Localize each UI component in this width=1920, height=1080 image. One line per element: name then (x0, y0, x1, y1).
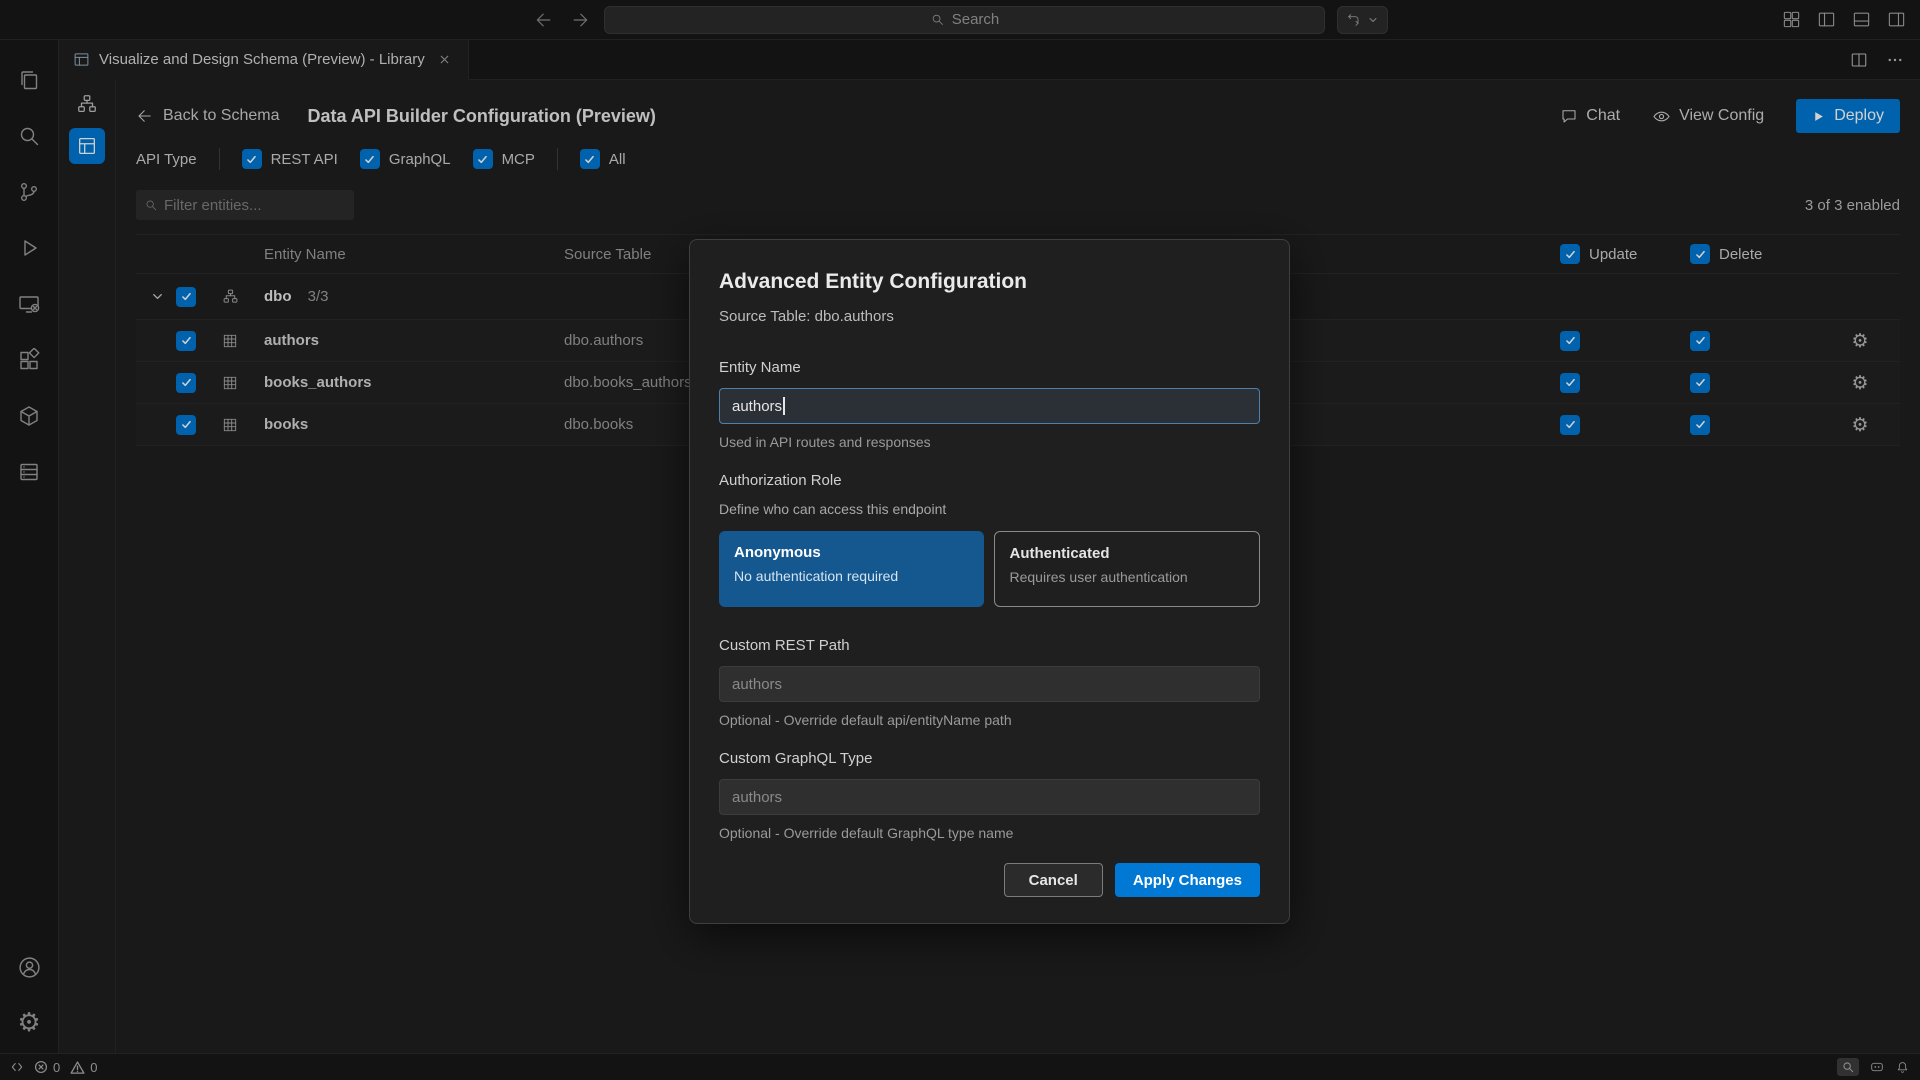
auth-option-title: Anonymous (734, 544, 969, 561)
entity-name-value: authors (732, 398, 782, 415)
custom-graphql-type-helper: Optional - Override default GraphQL type… (719, 825, 1260, 841)
auth-option-subtitle: Requires user authentication (1010, 569, 1245, 585)
custom-graphql-type-label: Custom GraphQL Type (719, 750, 1260, 767)
auth-option-authenticated[interactable]: Authenticated Requires user authenticati… (994, 531, 1261, 607)
custom-graphql-type-input[interactable] (719, 779, 1260, 815)
modal-title: Advanced Entity Configuration (719, 270, 1260, 294)
text-caret (783, 397, 785, 415)
modal-source-table: Source Table: dbo.authors (719, 308, 1260, 325)
authorization-role-helper: Define who can access this endpoint (719, 501, 1260, 517)
entity-name-label: Entity Name (719, 359, 1260, 376)
custom-rest-path-input[interactable] (719, 666, 1260, 702)
cancel-button[interactable]: Cancel (1004, 863, 1103, 897)
custom-rest-path-helper: Optional - Override default api/entityNa… (719, 712, 1260, 728)
entity-name-input[interactable]: authors (719, 388, 1260, 424)
custom-rest-path-label: Custom REST Path (719, 637, 1260, 654)
auth-option-title: Authenticated (1010, 545, 1245, 562)
authorization-role-label: Authorization Role (719, 472, 1260, 489)
auth-option-subtitle: No authentication required (734, 568, 969, 584)
auth-option-anonymous[interactable]: Anonymous No authentication required (719, 531, 984, 607)
apply-changes-button[interactable]: Apply Changes (1115, 863, 1260, 897)
advanced-entity-configuration-dialog: Advanced Entity Configuration Source Tab… (689, 239, 1290, 924)
entity-name-helper: Used in API routes and responses (719, 434, 1260, 450)
